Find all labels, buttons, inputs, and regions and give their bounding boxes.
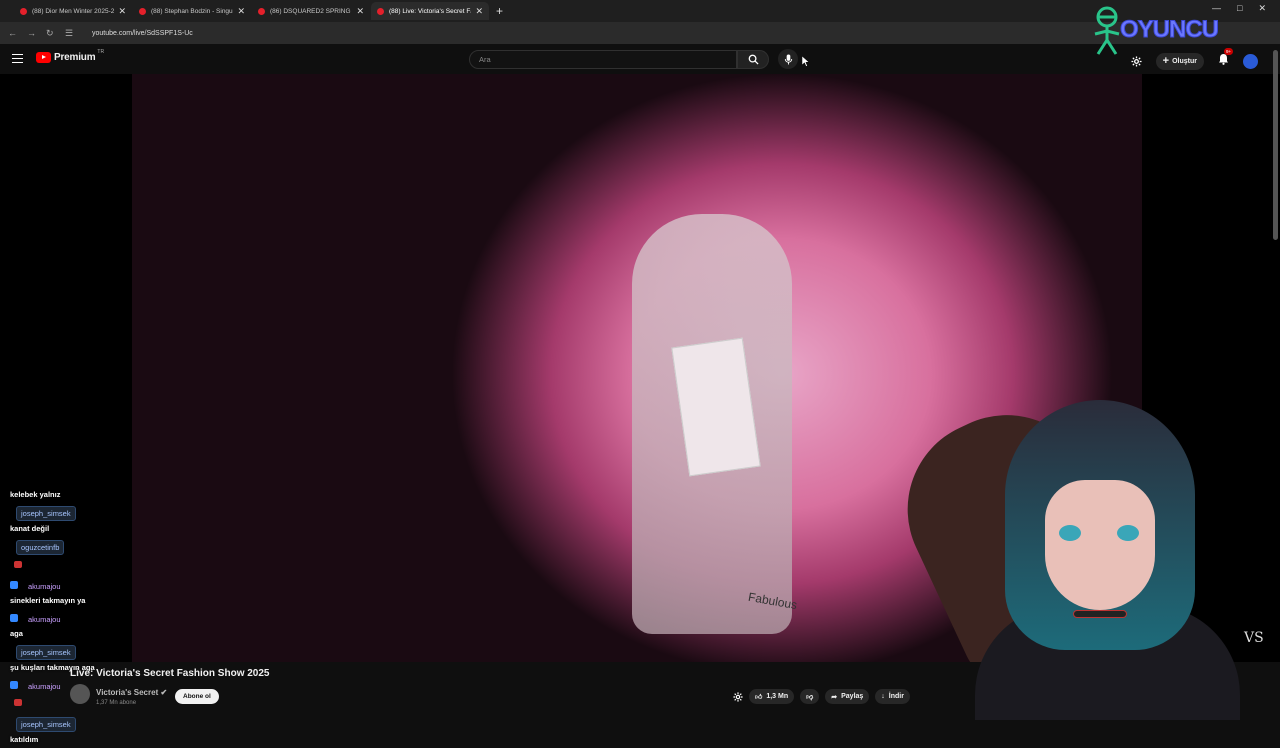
- video-meta: Live: Victoria's Secret Fashion Show 202…: [0, 662, 1280, 720]
- notifications-button[interactable]: 9+: [1218, 48, 1234, 70]
- reload-icon[interactable]: ↻: [46, 28, 65, 39]
- chat-username: akumajou: [28, 582, 61, 591]
- youtube-favicon-icon: [139, 7, 146, 15]
- logo-country: TR: [97, 48, 105, 55]
- video-actions: 👍︎ 1,3 Mn 👎︎ ➦ Paylaş ↓ İndir: [733, 689, 910, 704]
- overlay-brand-text: OYUNCU: [1119, 16, 1219, 44]
- microphone-icon: [784, 53, 792, 65]
- youtube-favicon-icon: [258, 7, 265, 15]
- close-tab-icon[interactable]: ✕: [356, 6, 364, 17]
- like-count: 1,3 Mn: [766, 693, 789, 700]
- subscribe-button[interactable]: Abone ol: [175, 689, 219, 704]
- streamer-overlay-logo: OYUNCU: [1088, 4, 1220, 56]
- user-badge-icon: [10, 613, 18, 622]
- youtube-favicon-icon: [20, 7, 27, 15]
- browser-tab[interactable]: (88) Live: Victoria's Secret Fashion Sho…: [371, 2, 489, 20]
- plus-icon: +: [1162, 55, 1170, 67]
- youtube-play-icon: [36, 52, 51, 63]
- browser-tab[interactable]: (88) Dior Men Winter 2025-2026✕: [14, 2, 132, 20]
- youtube-favicon-icon: [377, 7, 384, 15]
- video-title: Live: Victoria's Secret Fashion Show 202…: [70, 668, 270, 679]
- tab-title: (88) Live: Victoria's Secret Fashion Sho…: [389, 7, 471, 15]
- share-icon: ➦: [831, 693, 838, 701]
- chat-username-row: akumajou: [10, 609, 270, 629]
- close-tab-icon[interactable]: ✕: [475, 6, 483, 17]
- tab-title: (88) Stephan Bodzin - Singularity: [151, 7, 233, 15]
- forward-icon[interactable]: →: [27, 28, 46, 38]
- gear-icon[interactable]: [1131, 55, 1142, 67]
- search-placeholder: Ara: [479, 55, 491, 64]
- close-tab-icon[interactable]: ✕: [237, 6, 245, 17]
- vs-watermark: VS: [1244, 630, 1264, 646]
- vtuber-right-eye: [1117, 525, 1139, 541]
- download-button[interactable]: ↓ İndir: [875, 689, 910, 704]
- channel-name-text: Victoria's Secret: [96, 688, 159, 697]
- gear-action-button[interactable]: [733, 689, 743, 704]
- chat-username: joseph_simsek: [16, 506, 76, 521]
- user-badge-icon: [10, 580, 18, 589]
- logo-text: Premium: [54, 52, 96, 63]
- page-scrollbar[interactable]: [1273, 50, 1278, 240]
- search-icon: [748, 54, 759, 65]
- chat-message-text: katıldım: [10, 735, 39, 744]
- download-label: İndir: [888, 693, 904, 700]
- chat-message-text: sinekleri takmayın ya: [10, 596, 86, 605]
- menu-icon[interactable]: [12, 54, 23, 63]
- close-tab-icon[interactable]: ✕: [118, 6, 126, 17]
- chat-message-text: aga: [10, 629, 23, 638]
- youtube-logo[interactable]: Premium TR: [36, 48, 105, 63]
- like-button[interactable]: 👍︎ 1,3 Mn: [749, 689, 795, 704]
- search-button[interactable]: [737, 50, 769, 69]
- url-text[interactable]: youtube.com/live/SdSSPF1S-Uc: [92, 30, 193, 37]
- chat-username: oguzcetinfb: [16, 540, 65, 555]
- new-tab-button[interactable]: +: [496, 4, 503, 18]
- tab-title: (88) Dior Men Winter 2025-2026: [32, 7, 115, 15]
- chat-message-text: kanat değil: [10, 524, 50, 533]
- gear-icon: [733, 691, 743, 702]
- account-avatar[interactable]: [1243, 53, 1258, 69]
- browser-tab[interactable]: (86) DSQUARED2 SPRING SUMMER ✕: [252, 2, 370, 20]
- chat-emote-icon: [14, 561, 22, 568]
- voice-search-button[interactable]: [778, 49, 798, 69]
- create-label: Oluştur: [1172, 57, 1197, 65]
- site-info-icon[interactable]: ☰: [65, 28, 84, 39]
- vtuber-left-eye: [1059, 525, 1081, 541]
- chat-username: akumajou: [28, 615, 61, 624]
- window-controls: — □ ✕: [1212, 3, 1266, 14]
- vtuber-choker: [1073, 610, 1127, 618]
- dislike-button[interactable]: 👎︎: [800, 689, 820, 704]
- close-window-icon[interactable]: ✕: [1258, 3, 1266, 14]
- chat-username: joseph_simsek: [16, 645, 76, 660]
- browser-tab[interactable]: (88) Stephan Bodzin - Singularity ✕: [133, 2, 251, 20]
- chat-username-row: oguzcetinfb: [10, 537, 270, 558]
- share-button[interactable]: ➦ Paylaş: [825, 689, 870, 704]
- search-input[interactable]: Ara: [469, 50, 737, 69]
- notification-badge: 9+: [1224, 48, 1234, 55]
- vtuber-face: [1045, 480, 1155, 610]
- subscriber-count: 1,37 Mn abone: [96, 700, 137, 706]
- thumbs-up-icon: 👍︎: [755, 694, 763, 701]
- back-icon[interactable]: ←: [8, 28, 27, 38]
- channel-avatar[interactable]: [70, 684, 90, 704]
- thumbs-down-icon: 👎︎: [806, 694, 814, 701]
- restore-icon[interactable]: □: [1237, 3, 1242, 14]
- download-icon: ↓: [881, 693, 885, 700]
- verified-icon: ✔: [160, 688, 168, 697]
- share-label: Paylaş: [841, 693, 864, 700]
- chat-message-text: kelebek yalnız: [10, 490, 61, 499]
- tab-title: (86) DSQUARED2 SPRING SUMMER: [270, 7, 352, 15]
- chat-username-row: joseph_simsek: [10, 503, 270, 524]
- chat-emote-row: [10, 558, 270, 576]
- channel-name[interactable]: Victoria's Secret ✔: [96, 688, 167, 697]
- chat-username-row: akumajou: [10, 576, 270, 596]
- mouse-cursor-icon: [802, 56, 809, 67]
- chat-username-row: joseph_simsek: [10, 642, 270, 663]
